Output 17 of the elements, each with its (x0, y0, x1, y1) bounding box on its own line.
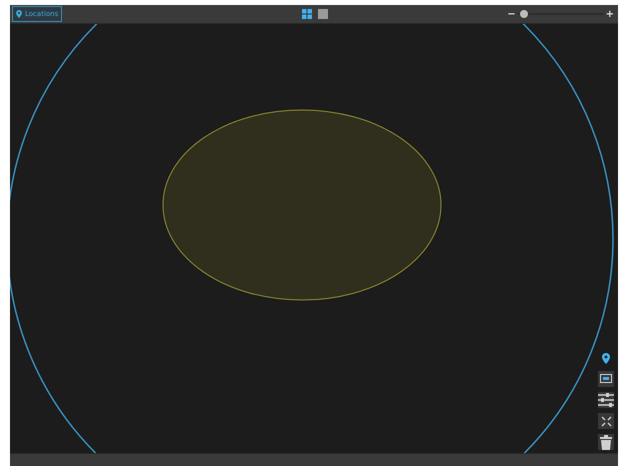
slider-thumb[interactable] (520, 10, 528, 18)
pin-icon (602, 352, 610, 364)
square-icon (318, 9, 328, 20)
view-mode-button[interactable] (316, 8, 329, 20)
view-mode-button[interactable] (300, 8, 313, 20)
tool-button[interactable] (598, 371, 614, 388)
tool-button[interactable] (598, 413, 614, 430)
grid-icon (302, 9, 312, 20)
sliders-icon (598, 393, 614, 408)
tool-button[interactable] (598, 392, 614, 408)
pin-icon (16, 10, 22, 18)
zoom-out-button[interactable]: − (507, 8, 516, 20)
trash-icon (600, 434, 612, 450)
tool-button[interactable] (598, 434, 614, 450)
expand-icon (600, 416, 612, 427)
screen-icon (600, 374, 612, 384)
zoom-in-button[interactable]: + (606, 8, 614, 20)
